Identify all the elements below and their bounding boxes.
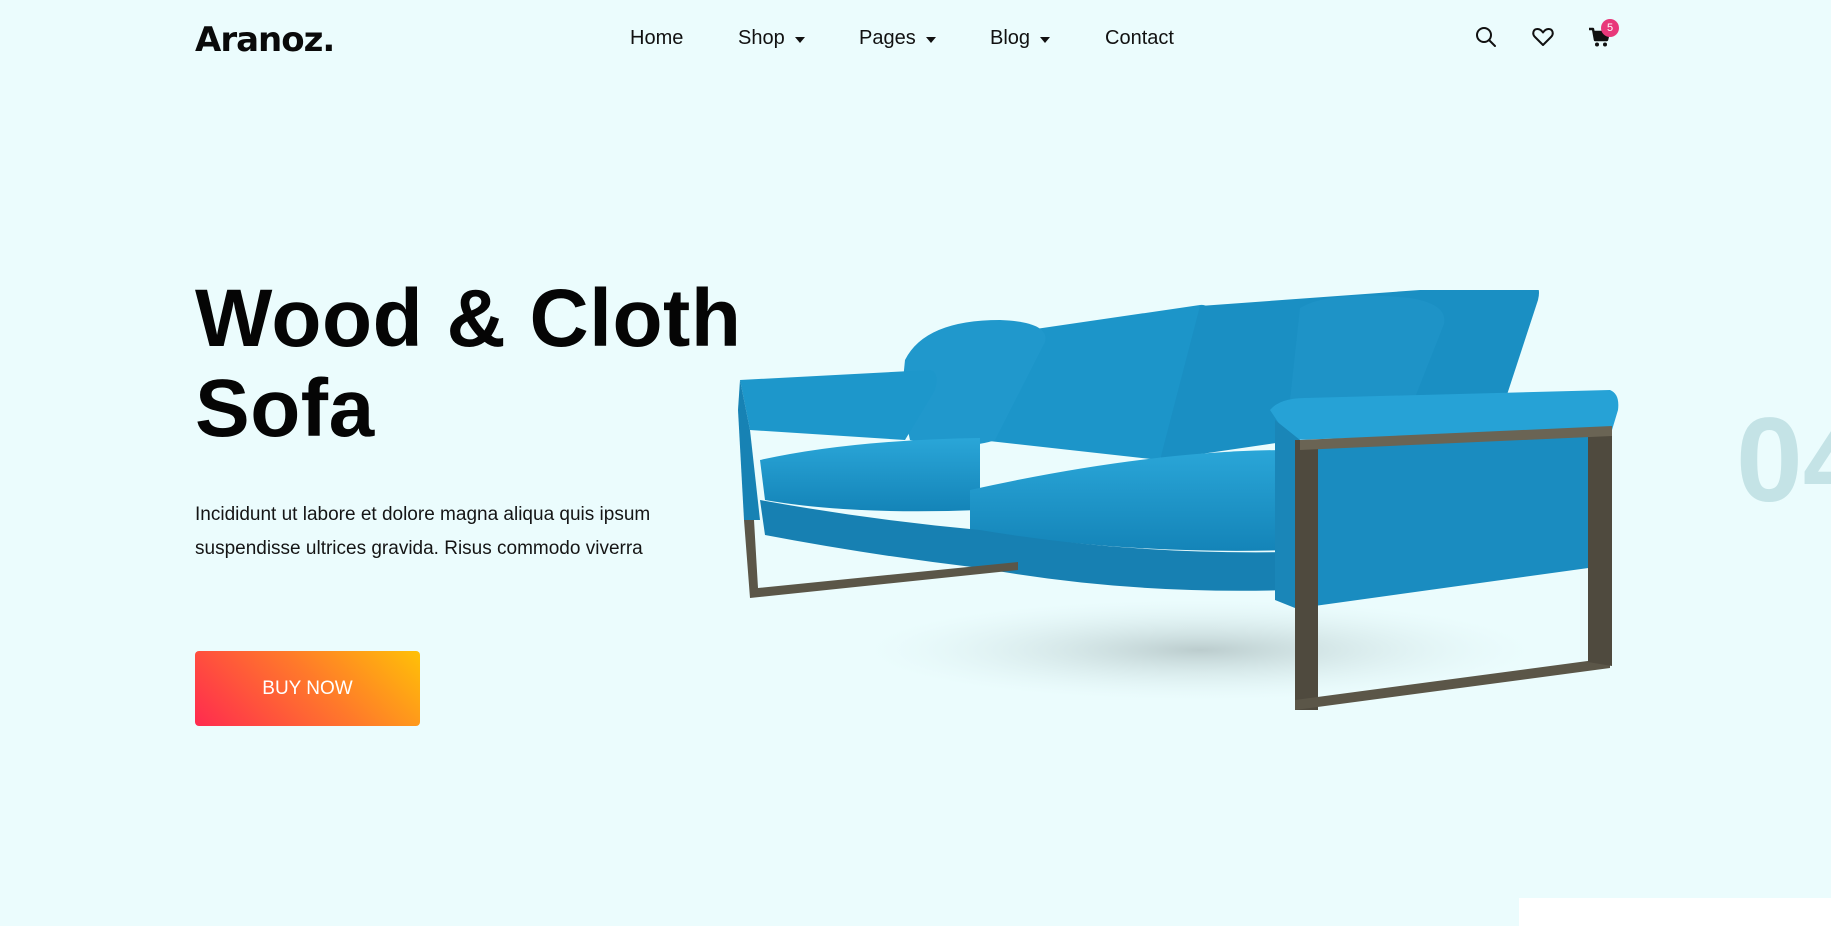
- nav-item-label: Blog: [990, 27, 1031, 49]
- content-card-edge: [1519, 898, 1831, 926]
- nav-item-pages[interactable]: Pages: [859, 27, 936, 50]
- hero-description: Incididunt ut labore et dolore magna ali…: [195, 504, 651, 559]
- cart-count-badge: 5: [1601, 19, 1619, 37]
- chevron-down-icon: [1040, 36, 1051, 43]
- logo[interactable]: Aranoz.: [195, 20, 335, 60]
- nav-item-shop[interactable]: Shop: [738, 27, 805, 50]
- chevron-down-icon: [794, 36, 805, 43]
- buy-now-button[interactable]: BUY NOW: [195, 651, 420, 726]
- nav-item-label: Pages: [859, 27, 916, 49]
- nav-item-blog[interactable]: Blog: [990, 27, 1051, 50]
- search-icon[interactable]: [1473, 24, 1499, 50]
- nav-item-home[interactable]: Home: [630, 27, 683, 50]
- slide-number: 04: [1736, 393, 1831, 527]
- chevron-down-icon: [925, 36, 936, 43]
- site-header: Aranoz. Home Shop Pages Blog Contact 5: [0, 0, 1831, 80]
- nav-item-label: Home: [630, 27, 684, 49]
- nav-item-label: Shop: [738, 27, 785, 49]
- hero-title: Wood & Cloth Sofa: [195, 273, 742, 454]
- heart-icon[interactable]: [1530, 24, 1556, 50]
- blue-sofa-image: [730, 282, 1630, 750]
- nav-item-label: Contact: [1105, 27, 1174, 49]
- nav-item-contact[interactable]: Contact: [1105, 27, 1174, 50]
